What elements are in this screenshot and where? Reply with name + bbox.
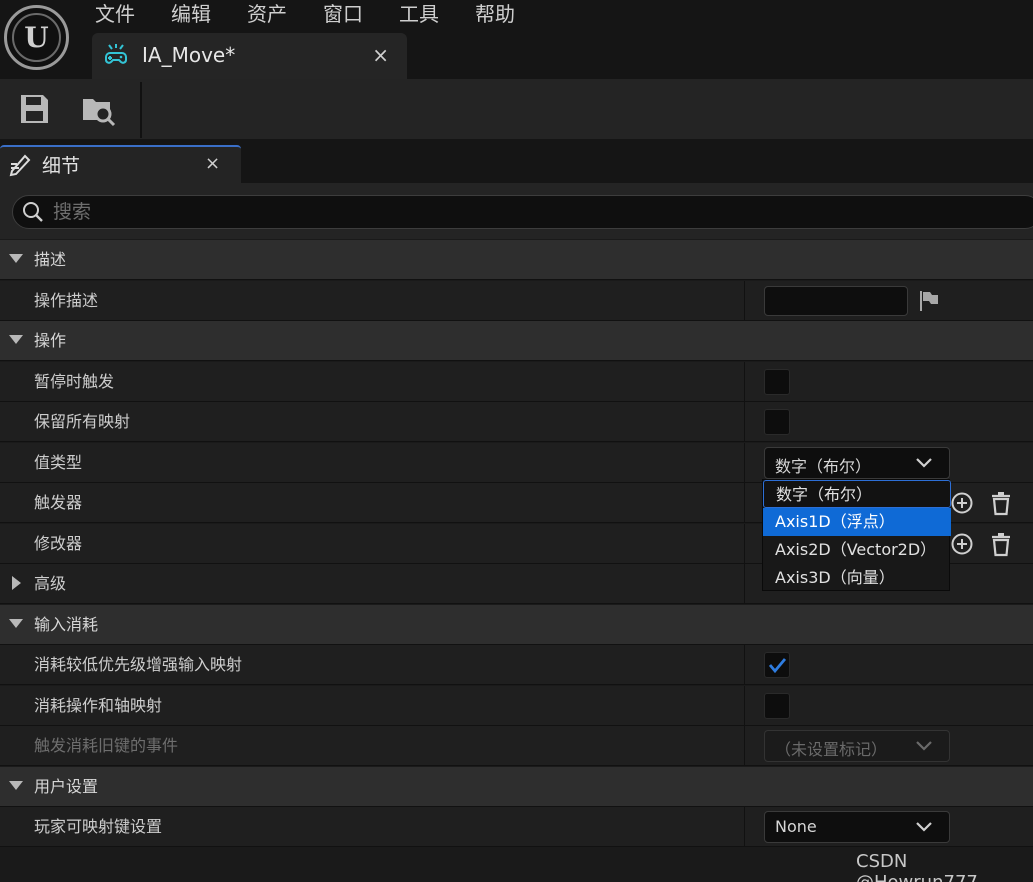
search-input[interactable] [53, 198, 953, 226]
category-action[interactable]: 操作 [0, 321, 1033, 361]
category-label: 用户设置 [34, 777, 99, 796]
property-row-value-type: 值类型 数字（布尔） [0, 443, 1033, 483]
menu-window[interactable]: 窗口 [323, 1, 363, 27]
toolbar [0, 79, 1033, 139]
asset-tab-close-icon[interactable]: × [372, 43, 389, 67]
watermark: CSDN @Howrun777 [856, 851, 978, 882]
property-label: 触发消耗旧键的事件 [34, 736, 179, 755]
category-label: 高级 [34, 574, 67, 593]
add-modifier-icon[interactable] [950, 532, 974, 556]
category-label: 操作 [34, 331, 67, 350]
details-tab[interactable]: 细节 × [0, 145, 241, 183]
menu-file[interactable]: 文件 [95, 1, 135, 27]
property-label: 保留所有映射 [34, 412, 131, 431]
property-row-trigger-when-paused: 暂停时触发 [0, 362, 1033, 402]
checkmark-icon [768, 658, 787, 674]
input-action-icon [105, 44, 127, 64]
menu-edit[interactable]: 编辑 [171, 1, 211, 27]
chevron-down-icon [916, 458, 932, 468]
add-trigger-icon[interactable] [950, 491, 974, 515]
value-type-dropdown-menu: 数字（布尔） Axis1D（浮点） Axis2D（Vector2D） Axis3… [762, 479, 951, 592]
details-tab-close-icon[interactable]: × [205, 153, 220, 174]
expand-arrow-icon[interactable] [9, 781, 23, 790]
property-label: 修改器 [34, 534, 83, 553]
property-label: 消耗较低优先级增强输入映射 [34, 655, 243, 674]
property-row-consume-lower-priority: 消耗较低优先级增强输入映射 [0, 645, 1033, 685]
menu-asset[interactable]: 资产 [247, 1, 287, 27]
value-type-selected: 数字（布尔） [775, 457, 872, 476]
search-box[interactable] [12, 195, 1033, 229]
category-description[interactable]: 描述 [0, 240, 1033, 280]
property-label: 操作描述 [34, 291, 99, 310]
browse-to-asset-icon[interactable] [80, 91, 116, 127]
dropdown-option-axis1d[interactable]: Axis1D（浮点） [763, 508, 951, 536]
chevron-down-icon [916, 822, 932, 832]
property-label: 触发器 [34, 493, 83, 512]
player-mappable-key-settings-combobox[interactable]: None [764, 811, 950, 843]
property-row-reserve-all-mappings: 保留所有映射 [0, 402, 1033, 442]
expand-arrow-icon[interactable] [12, 576, 21, 590]
expand-arrow-icon[interactable] [9, 254, 23, 263]
details-tab-label: 细节 [42, 155, 81, 177]
dropdown-option-axis2d[interactable]: Axis2D（Vector2D） [763, 536, 951, 564]
search-icon [23, 202, 43, 222]
chevron-down-icon [916, 741, 932, 751]
dropdown-option-axis3d[interactable]: Axis3D（向量） [763, 564, 951, 592]
unreal-logo-icon[interactable]: U [4, 5, 69, 70]
save-icon[interactable] [16, 91, 52, 127]
details-pencil-icon [9, 154, 31, 177]
property-label: 消耗操作和轴映射 [34, 696, 163, 715]
dropdown-option-digital-bool[interactable]: 数字（布尔） [763, 480, 951, 508]
category-label: 输入消耗 [34, 615, 99, 634]
category-input-consumption[interactable]: 输入消耗 [0, 605, 1033, 645]
consume-action-axis-checkbox[interactable] [764, 693, 790, 719]
menu-tools[interactable]: 工具 [399, 1, 439, 27]
action-description-input[interactable] [764, 286, 908, 316]
category-user-settings[interactable]: 用户设置 [0, 767, 1033, 807]
property-label: 玩家可映射键设置 [34, 817, 163, 836]
delete-triggers-icon[interactable] [989, 490, 1013, 516]
expand-arrow-icon[interactable] [9, 619, 23, 628]
property-label: 暂停时触发 [34, 372, 115, 391]
player-mappable-key-settings-selected: None [775, 817, 817, 836]
property-label: 值类型 [34, 453, 83, 472]
reserve-all-mappings-checkbox[interactable] [764, 409, 790, 435]
toolbar-divider [140, 82, 142, 138]
asset-tab[interactable]: IA_Move* × [92, 33, 407, 79]
asset-tab-label: IA_Move* [142, 43, 236, 67]
category-label: 描述 [34, 250, 67, 269]
value-type-combobox[interactable]: 数字（布尔） [764, 447, 950, 479]
delete-modifiers-icon[interactable] [989, 531, 1013, 557]
expand-arrow-icon[interactable] [9, 335, 23, 344]
trigger-legacy-events-selected: （未设置标记） [775, 740, 888, 759]
property-row-player-mappable-key-settings: 玩家可映射键设置 None [0, 807, 1033, 847]
property-row-action-description: 操作描述 [0, 281, 1033, 321]
trigger-when-paused-checkbox[interactable] [764, 369, 790, 395]
menu-help[interactable]: 帮助 [475, 1, 515, 27]
property-row-consume-action-axis: 消耗操作和轴映射 [0, 686, 1033, 726]
localization-flag-icon[interactable] [918, 289, 940, 313]
consume-lower-priority-checkbox[interactable] [764, 652, 790, 678]
property-row-trigger-legacy-events: 触发消耗旧键的事件 （未设置标记） [0, 726, 1033, 766]
trigger-legacy-events-combobox[interactable]: （未设置标记） [764, 730, 950, 762]
